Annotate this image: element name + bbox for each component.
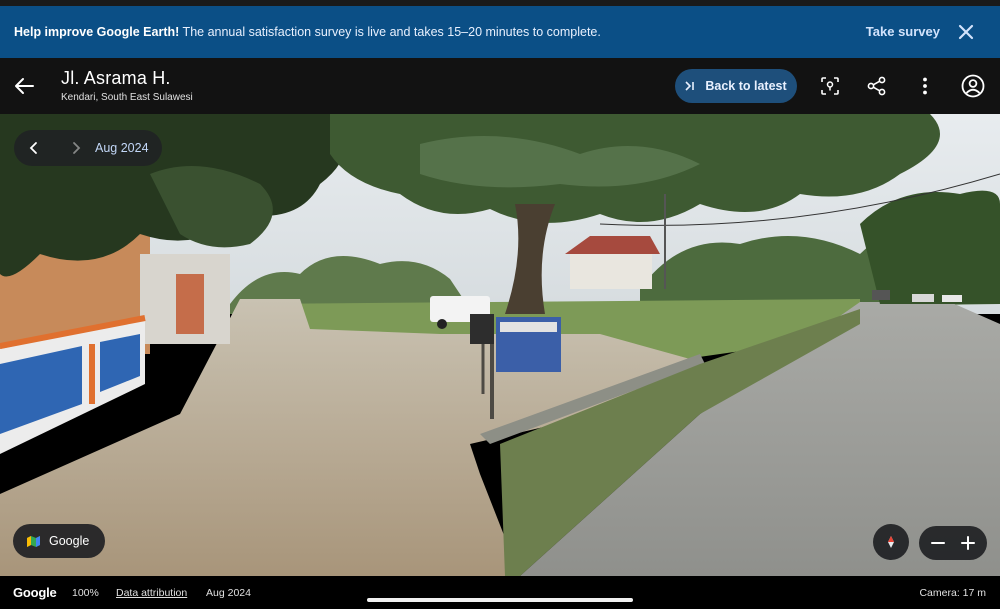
home-indicator[interactable] bbox=[367, 598, 633, 602]
zoom-level: 100% bbox=[72, 587, 99, 599]
back-to-latest-button[interactable]: Back to latest bbox=[675, 69, 797, 103]
back-to-latest-label: Back to latest bbox=[705, 79, 787, 93]
skip-next-icon bbox=[685, 81, 695, 91]
timeline-selector: Aug 2024 bbox=[14, 130, 162, 166]
chevron-right-icon[interactable] bbox=[68, 140, 84, 156]
status-footer: Google 100% Data attribution Aug 2024 Ca… bbox=[0, 576, 1000, 609]
street-view-photo bbox=[0, 114, 1000, 576]
account-icon[interactable] bbox=[961, 74, 985, 98]
zoom-out-icon[interactable] bbox=[927, 531, 949, 555]
back-arrow-icon[interactable] bbox=[13, 76, 35, 96]
google-layer-button[interactable]: Google bbox=[13, 524, 105, 558]
data-attribution-link[interactable]: Data attribution bbox=[116, 587, 187, 599]
zoom-in-icon[interactable] bbox=[957, 531, 979, 555]
location-subtitle: Kendari, South East Sulawesi bbox=[61, 92, 193, 103]
imagery-date: Aug 2024 bbox=[206, 587, 251, 599]
street-view-image[interactable] bbox=[0, 114, 1000, 576]
photo-sphere-icon[interactable] bbox=[819, 75, 841, 97]
google-logo: Google bbox=[13, 585, 57, 600]
close-icon[interactable] bbox=[956, 22, 976, 42]
banner-message: Help improve Google Earth! The annual sa… bbox=[14, 25, 601, 39]
timeline-date[interactable]: Aug 2024 bbox=[95, 141, 149, 155]
app-header: Jl. Asrama H. Kendari, South East Sulawe… bbox=[0, 58, 1000, 114]
survey-banner: Help improve Google Earth! The annual sa… bbox=[0, 6, 1000, 58]
google-pill-label: Google bbox=[49, 534, 90, 548]
chevron-left-icon[interactable] bbox=[26, 140, 42, 156]
page-title: Jl. Asrama H. bbox=[61, 68, 171, 88]
map-layer-icon bbox=[27, 535, 40, 547]
compass-button[interactable] bbox=[873, 524, 909, 560]
zoom-controls bbox=[919, 526, 987, 560]
take-survey-link[interactable]: Take survey bbox=[866, 24, 940, 39]
share-icon[interactable] bbox=[866, 75, 888, 97]
compass-icon bbox=[888, 536, 894, 548]
camera-altitude: Camera: 17 m bbox=[919, 587, 986, 599]
more-vert-icon[interactable] bbox=[914, 75, 936, 97]
location-title-block: Jl. Asrama H. Kendari, South East Sulawe… bbox=[61, 68, 193, 103]
